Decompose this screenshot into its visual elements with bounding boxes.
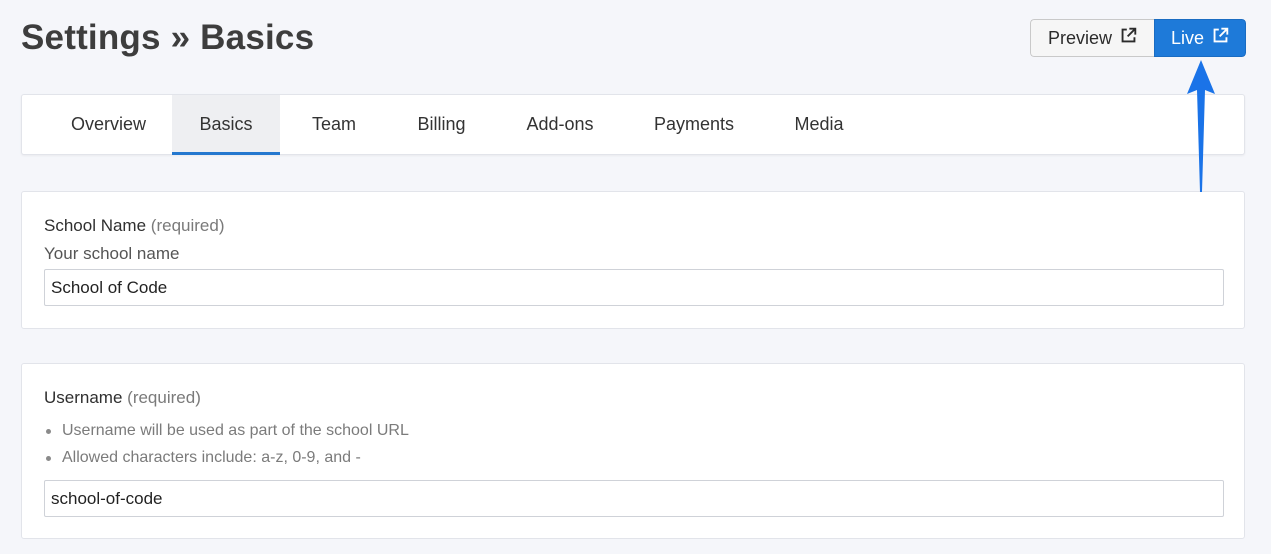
required-marker: (required)	[150, 216, 225, 235]
settings-tab-bar: Overview Basics Team Billing Add-ons Pay…	[21, 94, 1245, 155]
tab-label: Media	[794, 114, 844, 134]
list-item: Allowed characters include: a-z, 0-9, an…	[44, 444, 409, 471]
live-button[interactable]: Live	[1154, 19, 1246, 57]
tab-overview[interactable]: Overview	[45, 95, 172, 154]
school-name-label-text: School Name	[44, 216, 147, 235]
tab-label: Add-ons	[526, 114, 594, 134]
annotation-arrow-icon	[1187, 60, 1215, 192]
school-name-label: School Name (required)	[44, 216, 225, 236]
tab-label: Payments	[653, 114, 735, 134]
tab-media[interactable]: Media	[763, 95, 875, 154]
school-name-input[interactable]	[44, 269, 1224, 306]
tab-basics[interactable]: Basics	[172, 95, 280, 155]
required-marker: (required)	[127, 388, 201, 407]
list-item: Username will be used as part of the sch…	[44, 417, 409, 444]
tab-label: Billing	[417, 114, 466, 134]
external-link-icon	[1120, 27, 1137, 49]
username-label-text: Username	[44, 388, 123, 407]
username-input[interactable]	[44, 480, 1224, 517]
tab-label: Basics	[199, 114, 253, 134]
username-label: Username (required)	[44, 388, 201, 408]
school-name-help: Your school name	[44, 244, 180, 263]
username-card: Username (required) Username will be use…	[21, 363, 1245, 539]
tab-label: Overview	[70, 114, 146, 134]
tab-billing[interactable]: Billing	[388, 95, 495, 154]
school-name-card: School Name (required) Your school name	[21, 191, 1245, 329]
tab-add-ons[interactable]: Add-ons	[495, 95, 625, 154]
tab-label: Team	[311, 114, 356, 134]
tab-team[interactable]: Team	[280, 95, 388, 154]
tab-payments[interactable]: Payments	[625, 95, 763, 154]
preview-button[interactable]: Preview	[1030, 19, 1154, 57]
page-title: Settings » Basics	[21, 18, 315, 57]
external-link-icon	[1212, 27, 1229, 49]
preview-button-label: Preview	[1047, 27, 1113, 48]
username-help-list: Username will be used as part of the sch…	[44, 417, 409, 471]
view-button-group: Preview Live	[1030, 19, 1246, 57]
live-button-label: Live	[1170, 27, 1205, 48]
